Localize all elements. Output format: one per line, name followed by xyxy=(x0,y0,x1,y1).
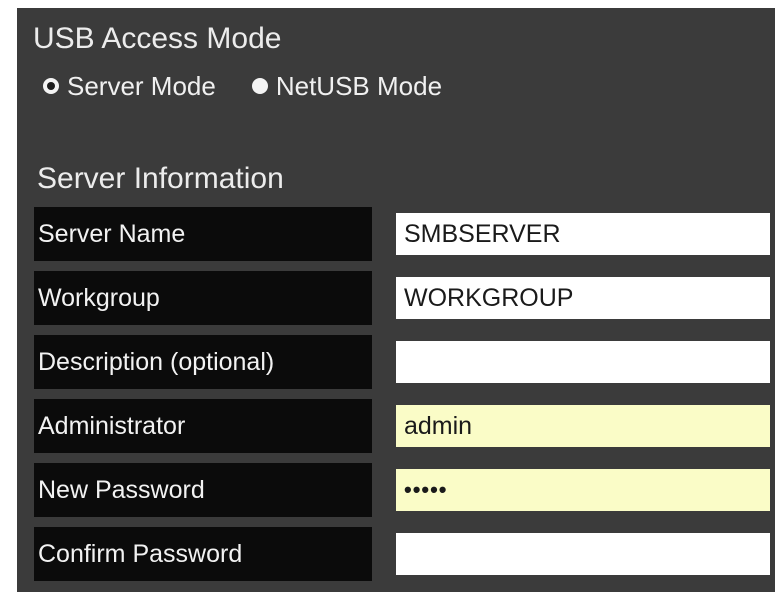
server-name-input[interactable] xyxy=(396,213,770,255)
description-input[interactable] xyxy=(396,341,770,383)
description-row: Description (optional) xyxy=(34,335,775,391)
usb-access-mode-title: USB Access Mode xyxy=(33,22,282,55)
server-mode-label[interactable]: Server Mode xyxy=(67,71,216,102)
confirm-password-row: Confirm Password xyxy=(34,527,775,583)
server-name-row: Server Name xyxy=(34,207,775,263)
server-information-title: Server Information xyxy=(37,162,284,195)
server-name-label: Server Name xyxy=(34,207,372,261)
description-label: Description (optional) xyxy=(34,335,372,389)
netusb-mode-option[interactable]: NetUSB Mode xyxy=(251,71,442,102)
confirm-password-input[interactable] xyxy=(396,533,770,575)
new-password-input[interactable] xyxy=(396,469,770,511)
netusb-mode-radio[interactable] xyxy=(251,78,268,94)
administrator-label: Administrator xyxy=(34,399,372,453)
workgroup-input[interactable] xyxy=(396,277,770,319)
server-mode-option[interactable]: Server Mode xyxy=(43,71,216,102)
new-password-label: New Password xyxy=(34,463,372,517)
netusb-mode-label[interactable]: NetUSB Mode xyxy=(276,71,442,102)
new-password-row: New Password xyxy=(34,463,775,519)
server-mode-radio[interactable] xyxy=(43,78,59,94)
workgroup-row: Workgroup xyxy=(34,271,775,327)
workgroup-label: Workgroup xyxy=(34,271,372,325)
confirm-password-label: Confirm Password xyxy=(34,527,372,581)
usb-mode-radio-group: Server Mode NetUSB Mode xyxy=(43,68,442,104)
administrator-input[interactable] xyxy=(396,405,770,447)
usb-settings-panel: USB Access Mode Server Mode NetUSB Mode … xyxy=(17,8,775,592)
administrator-row: Administrator xyxy=(34,399,775,455)
